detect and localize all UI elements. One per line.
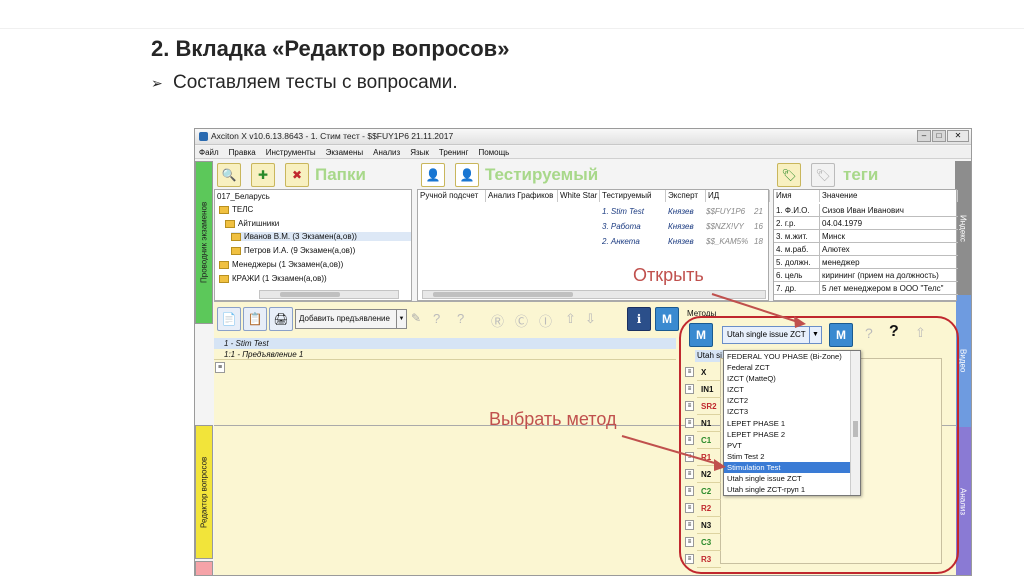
arrowhead-choose-icon	[714, 459, 726, 471]
callout-arrows	[621, 293, 806, 471]
arrowhead-open-icon	[794, 316, 806, 328]
arrow-open	[711, 293, 799, 323]
arrow-choose	[621, 435, 719, 465]
